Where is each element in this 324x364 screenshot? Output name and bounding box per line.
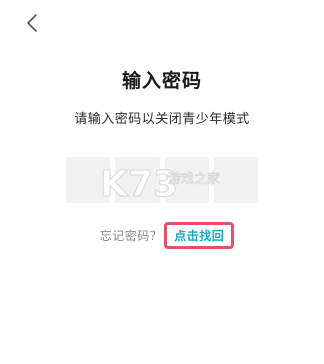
chevron-left-icon: [26, 14, 38, 36]
pin-box[interactable]: [66, 157, 111, 203]
back-button[interactable]: [20, 12, 44, 38]
pin-box[interactable]: [115, 157, 160, 203]
retrieve-password-link[interactable]: 点击找回: [164, 222, 235, 249]
page-subtitle: 请输入密码以关闭青少年模式: [74, 112, 250, 127]
pin-box[interactable]: [213, 157, 258, 203]
forgot-password-label: 忘记密码？: [99, 229, 163, 243]
page-title: 输入密码: [121, 70, 202, 92]
pin-input[interactable]: [66, 157, 258, 203]
pin-box[interactable]: [164, 157, 209, 203]
forgot-password-row: 忘记密码？ 点击找回: [0, 222, 324, 249]
